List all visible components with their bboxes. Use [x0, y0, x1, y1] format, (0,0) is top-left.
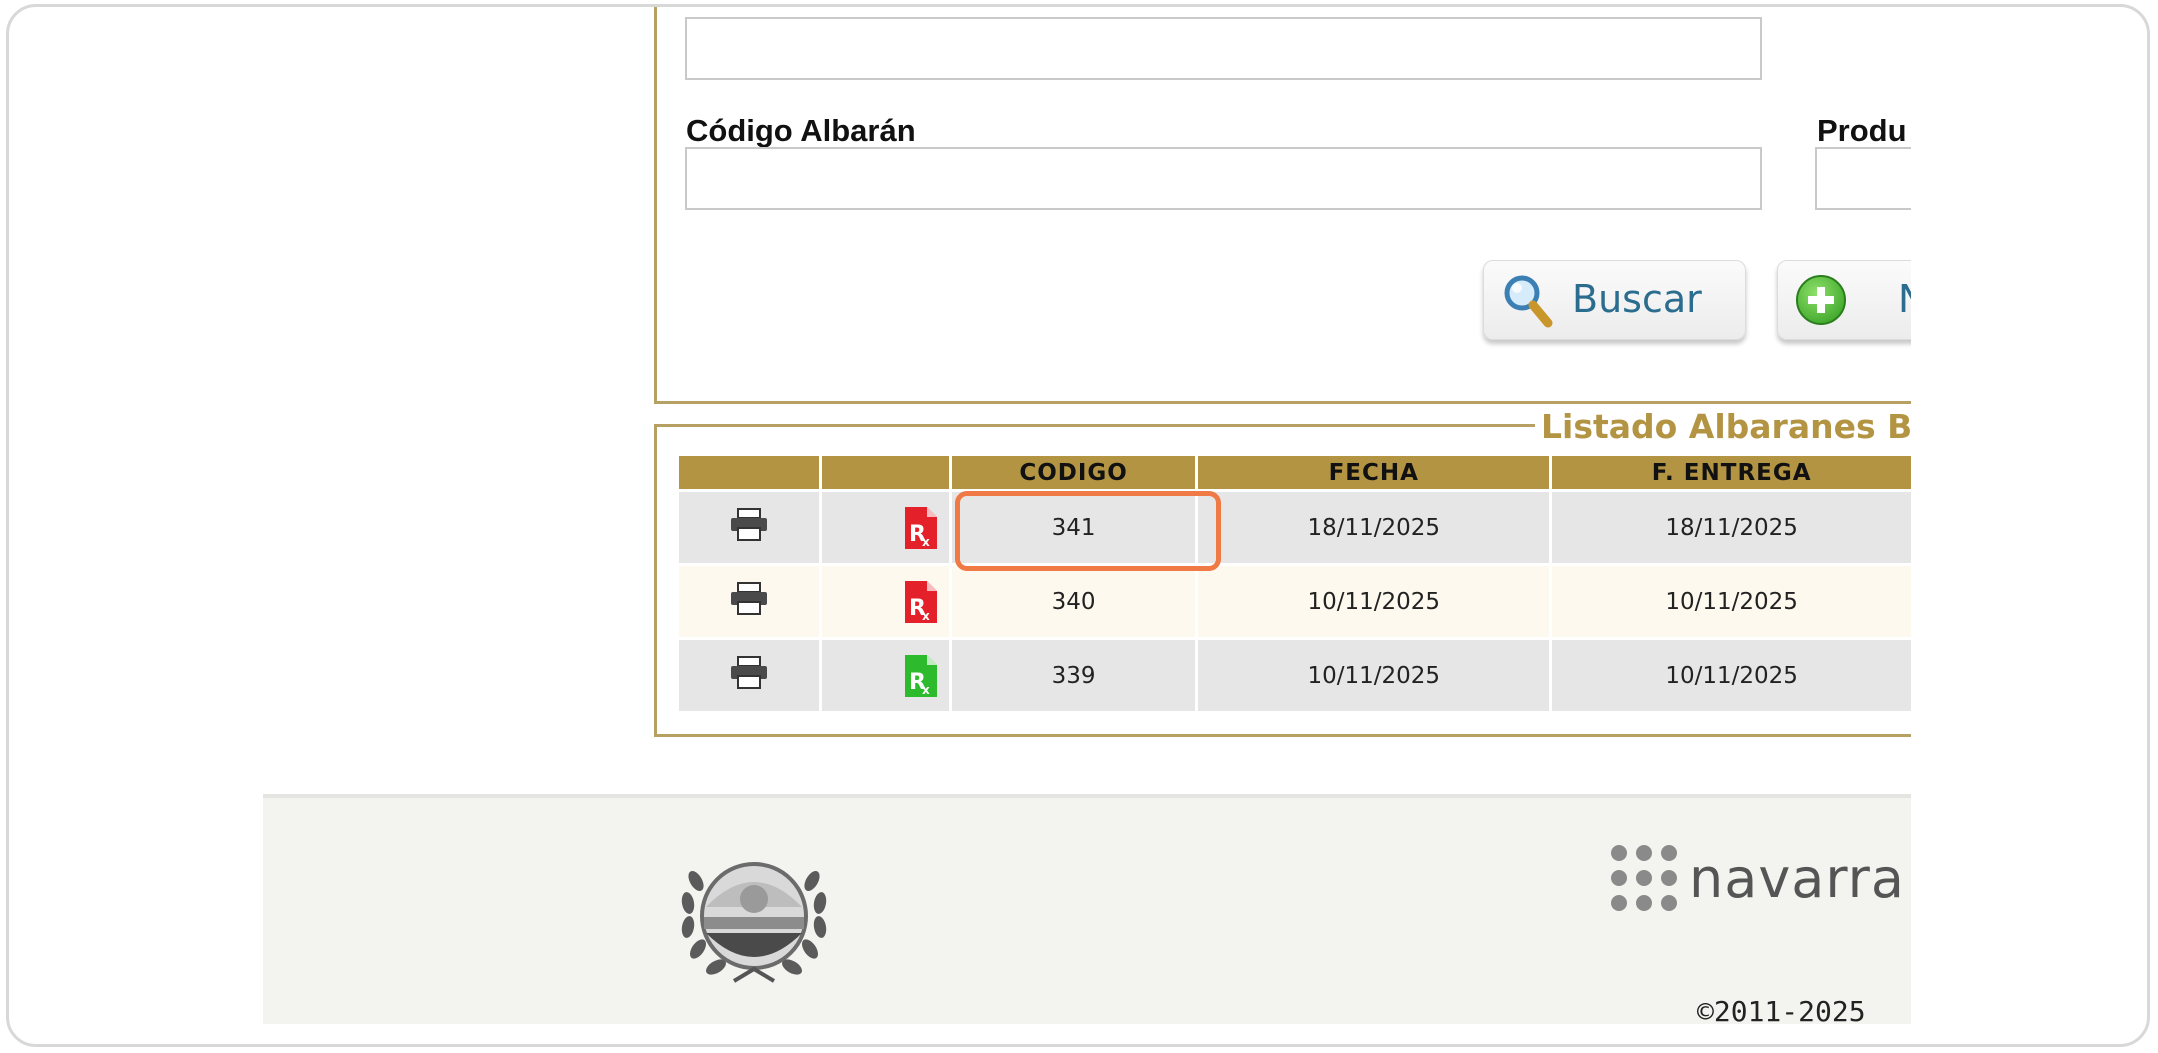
codigo-cell[interactable]: 339 [951, 640, 1196, 711]
print-cell[interactable] [679, 640, 819, 711]
table-row[interactable]: R x 339 10/11/2025 10/11/2025 [679, 640, 1911, 711]
column-header-codigo[interactable]: CODIGO [951, 456, 1196, 489]
printer-icon[interactable] [729, 655, 769, 690]
column-header-rx [822, 456, 949, 489]
screenshot-frame: Código Albarán Produ Buscar N Listado Al… [6, 4, 2150, 1047]
page-viewport: Código Albarán Produ Buscar N Listado Al… [9, 7, 1911, 1044]
printer-icon[interactable] [729, 581, 769, 616]
print-cell[interactable] [679, 566, 819, 637]
previous-field-input[interactable] [685, 17, 1762, 80]
search-icon [1504, 275, 1553, 328]
copyright-text: ©2011-2025 [1697, 995, 1866, 1028]
entrega-cell: 10/11/2025 [1552, 640, 1911, 711]
fecha-cell: 10/11/2025 [1198, 566, 1550, 637]
table-header-row: CODIGO FECHA F. ENTREGA [679, 456, 1911, 489]
nuevo-label: N [1898, 277, 1911, 321]
print-cell[interactable] [679, 492, 819, 563]
entrega-cell: 10/11/2025 [1552, 566, 1911, 637]
entrega-cell: 18/11/2025 [1552, 492, 1911, 563]
svg-text:x: x [922, 609, 930, 623]
add-icon [1796, 275, 1846, 325]
coat-of-arms-icon [681, 862, 827, 983]
rx-document-icon[interactable]: R x [903, 579, 939, 625]
producto-input[interactable] [1815, 147, 1911, 210]
column-header-print [679, 456, 819, 489]
rx-cell[interactable]: R x [822, 566, 949, 637]
svg-text:x: x [922, 683, 930, 697]
fecha-cell: 18/11/2025 [1198, 492, 1550, 563]
producto-label: Produ [1817, 113, 1907, 148]
fecha-cell: 10/11/2025 [1198, 640, 1550, 711]
table-row[interactable]: R x 340 10/11/2025 10/11/2025 [679, 566, 1911, 637]
column-header-fecha[interactable]: FECHA [1198, 456, 1550, 489]
navarra-dots-icon [1611, 845, 1677, 911]
column-header-entrega[interactable]: F. ENTREGA [1552, 456, 1911, 489]
rx-cell[interactable]: R x [822, 640, 949, 711]
navarra-logo-text: navarra [1689, 846, 1905, 910]
rx-cell[interactable]: R x [822, 492, 949, 563]
listado-legend: Listado Albaranes B [1535, 407, 1911, 446]
codigo-albaran-input[interactable] [685, 147, 1762, 210]
nuevo-button[interactable]: N [1777, 260, 1911, 340]
buscar-label: Buscar [1572, 277, 1702, 321]
printer-icon[interactable] [729, 507, 769, 542]
codigo-albaran-label: Código Albarán [686, 113, 916, 148]
albaranes-table: CODIGO FECHA F. ENTREGA R x 341 18/11/20… [676, 453, 1911, 714]
codigo-cell[interactable]: 340 [951, 566, 1196, 637]
rx-document-icon[interactable]: R x [903, 505, 939, 551]
buscar-button[interactable]: Buscar [1483, 260, 1746, 340]
svg-text:x: x [922, 535, 930, 549]
highlight-box [955, 491, 1221, 571]
table-row[interactable]: R x 341 18/11/2025 18/11/2025 [679, 492, 1911, 563]
rx-document-icon[interactable]: R x [903, 653, 939, 699]
navarra-logo: navarra [1611, 843, 1905, 913]
